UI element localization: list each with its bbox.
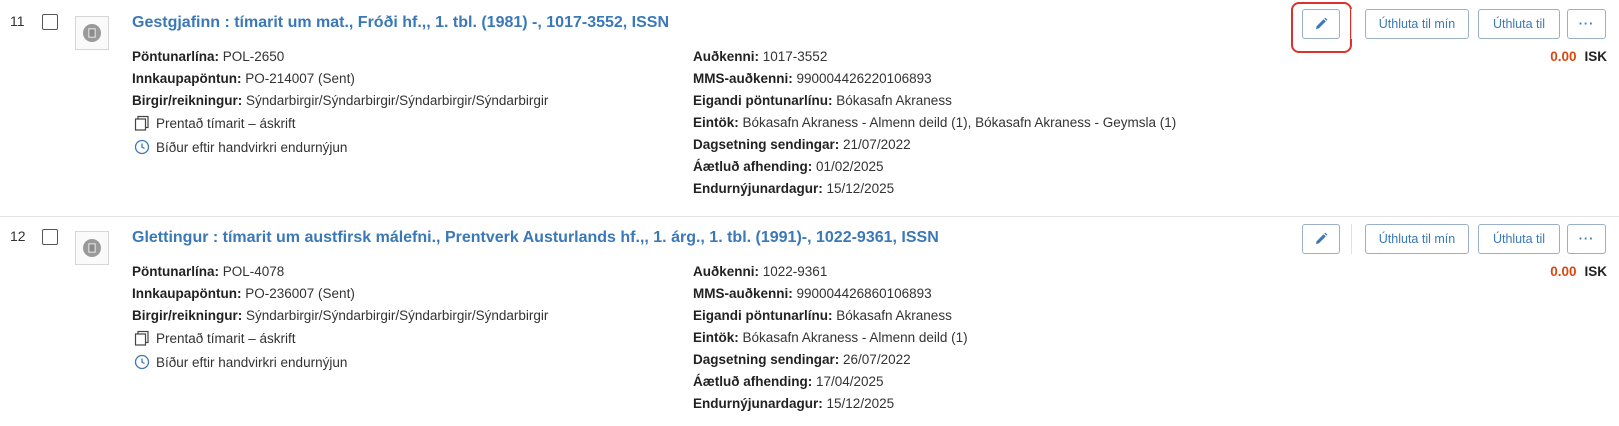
po-line-title-link[interactable]: Gestgjafinn : tímarit um mat., Fróði hf.… [132,14,669,32]
items-field: Eintök: Bókasafn Akraness - Almenn deild… [693,115,1177,130]
more-actions-button[interactable]: ··· [1567,9,1606,39]
price: 0.00 ISK [1550,49,1607,64]
po-field: Innkaupapöntun: PO-214007 (Sent) [132,71,355,86]
edit-button[interactable] [1302,9,1340,39]
identifier-field: Auðkenni: 1017-3552 [693,49,828,64]
sent-date-field: Dagsetning sendingar: 26/07/2022 [693,352,911,367]
assign-to-me-button[interactable]: Úthluta til mín [1365,9,1469,39]
edit-button[interactable] [1302,224,1340,254]
row-checkbox[interactable] [42,14,58,30]
expected-receipt-field: Áætluð afhending: 17/04/2025 [693,374,884,389]
row-index: 11 [10,13,25,29]
po-line-row: 12 Glettingur : tímarit um austfirsk mál… [0,216,1619,426]
po-line-row: 11 Gestgjafinn : tímarit um mat., Fróði … [0,0,1619,217]
renewal-status: Bíður eftir handvirkri endurnýjun [134,139,347,155]
po-line-field: Pöntunarlína: POL-2650 [132,49,285,64]
pencil-icon [1316,17,1328,29]
clock-icon [134,139,150,155]
divider [1351,224,1352,254]
owner-field: Eigandi pöntunarlínu: Bókasafn Akraness [693,93,952,108]
clock-icon [134,354,150,370]
renewal-status: Bíður eftir handvirkri endurnýjun [134,354,347,370]
more-actions-button[interactable]: ··· [1567,224,1606,254]
row-checkbox[interactable] [42,229,58,245]
copy-icon [134,115,149,131]
mms-id-field: MMS-auðkenni: 990004426860106893 [693,286,932,301]
price: 0.00 ISK [1550,264,1607,279]
vendor-field: Birgir/reikningur: Sýndarbirgir/Sýndarbi… [132,93,549,108]
identifier-field: Auðkenni: 1022-9361 [693,264,828,279]
journal-icon [75,231,109,265]
sent-date-field: Dagsetning sendingar: 21/07/2022 [693,137,911,152]
po-field: Innkaupapöntun: PO-236007 (Sent) [132,286,355,301]
renewal-date-field: Endurnýjunardagur: 15/12/2025 [693,396,895,411]
assign-to-button[interactable]: Úthluta til [1478,224,1560,254]
expected-receipt-field: Áætluð afhending: 01/02/2025 [693,159,884,174]
po-line-title-link[interactable]: Glettingur : tímarit um austfirsk málefn… [132,229,939,247]
items-field: Eintök: Bókasafn Akraness - Almenn deild… [693,330,968,345]
po-line-field: Pöntunarlína: POL-4078 [132,264,285,279]
copy-icon [134,330,149,346]
owner-field: Eigandi pöntunarlínu: Bókasafn Akraness [693,308,952,323]
divider [1351,9,1352,39]
assign-to-button[interactable]: Úthluta til [1478,9,1560,39]
vendor-field: Birgir/reikningur: Sýndarbirgir/Sýndarbi… [132,308,549,323]
assign-to-me-button[interactable]: Úthluta til mín [1365,224,1469,254]
pencil-icon [1316,232,1328,244]
row-index: 12 [10,228,26,244]
material-type: Prentað tímarit – áskrift [134,330,296,346]
mms-id-field: MMS-auðkenni: 990004426220106893 [693,71,932,86]
renewal-date-field: Endurnýjunardagur: 15/12/2025 [693,181,895,196]
journal-icon [75,16,109,50]
material-type: Prentað tímarit – áskrift [134,115,296,131]
